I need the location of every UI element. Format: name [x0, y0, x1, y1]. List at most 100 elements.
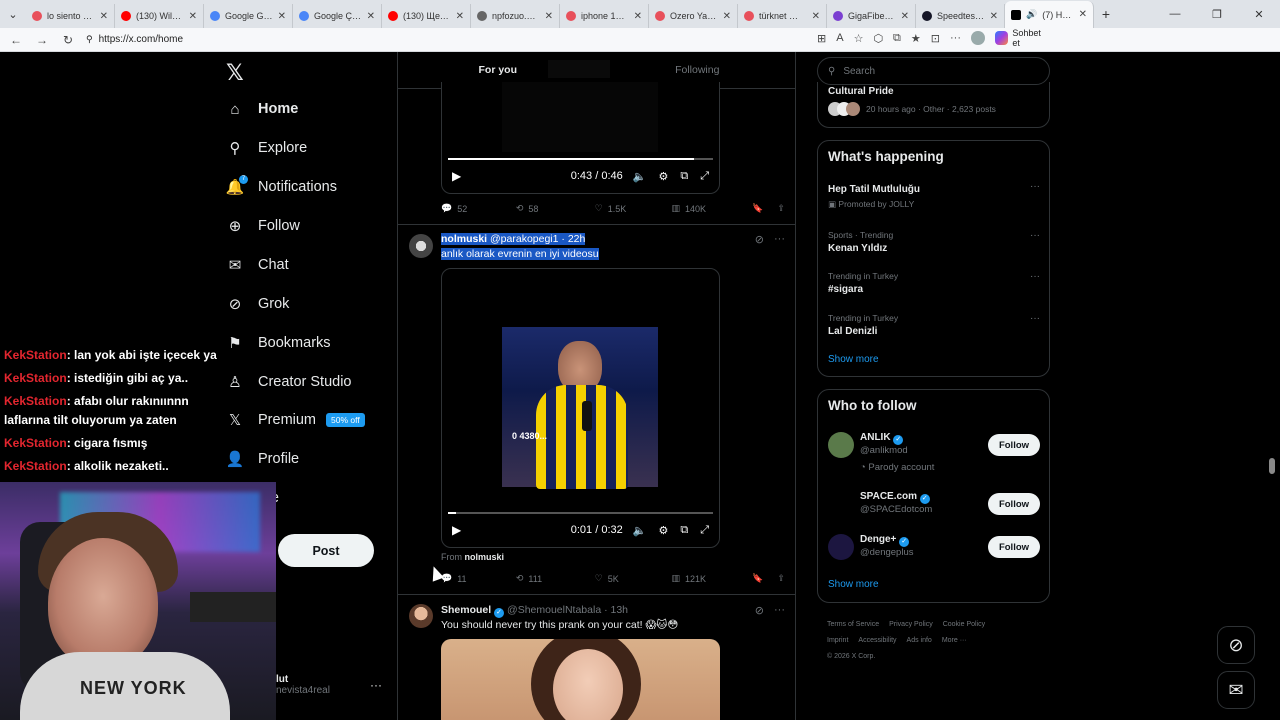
- suggestion-avatar[interactable]: [828, 432, 854, 458]
- close-tab-icon[interactable]: ✕: [100, 11, 108, 22]
- trend-item[interactable]: Trending in Turkey #sigara ···: [828, 271, 1040, 295]
- bookmark-icon[interactable]: 🔖: [752, 203, 763, 214]
- from-author[interactable]: nolmuski: [465, 552, 505, 562]
- post1-video[interactable]: ▶ 0:43 / 0:46 🔈 ⚙ ⧉ ⤢: [441, 82, 720, 194]
- volume-icon[interactable]: 🔈: [633, 524, 647, 537]
- like-button[interactable]: ♡ 1.5K: [595, 203, 672, 214]
- follow-button[interactable]: Follow: [988, 536, 1040, 558]
- close-tab-icon[interactable]: ✕: [634, 11, 642, 22]
- views-button[interactable]: ▥ 140K: [671, 203, 752, 214]
- post3-time[interactable]: · 13h: [604, 604, 628, 616]
- refresh-icon[interactable]: ↻: [60, 33, 76, 47]
- follow-suggestion[interactable]: SPACE.com ✓ @SPACEdotcom Follow: [828, 491, 1040, 527]
- footer-link[interactable]: More ···: [942, 637, 967, 644]
- trend-more-icon[interactable]: ···: [1030, 181, 1040, 192]
- footer-link[interactable]: Ads info: [907, 637, 932, 644]
- close-tab-icon[interactable]: ✕: [545, 11, 553, 22]
- trend-item[interactable]: Trending in Turkey Lal Denizli ···: [828, 313, 1040, 337]
- suggestion-avatar[interactable]: [828, 491, 854, 517]
- post2-avatar[interactable]: [409, 234, 433, 258]
- suggestion-avatar[interactable]: [828, 534, 854, 560]
- follow-suggestion[interactable]: Denge+ ✓ @dengeplus Follow: [828, 534, 1040, 570]
- search-input[interactable]: ⚲ Search: [817, 57, 1050, 85]
- favorites-icon[interactable]: ★: [911, 32, 921, 45]
- nav-item-notifications[interactable]: 🔔 7 Notifications: [226, 175, 337, 196]
- trend-item[interactable]: Hep Tatil Mutluluğu ▣ Promoted by JOLLY ··…: [828, 181, 1040, 210]
- views-button[interactable]: ▥ 121K: [671, 573, 752, 584]
- nav-item-home[interactable]: ⌂ Home: [226, 100, 298, 118]
- fullscreen-icon[interactable]: ⤢: [700, 170, 709, 183]
- settings-icon[interactable]: ⚙: [658, 170, 668, 183]
- post3-video[interactable]: [441, 639, 720, 720]
- reply-button[interactable]: 💬 11: [441, 573, 516, 584]
- close-tab-icon[interactable]: ✕: [1079, 9, 1087, 20]
- post2-author-handle[interactable]: @parakopegi1: [490, 233, 558, 245]
- browser-tab[interactable]: (130) Щедрый ✕: [382, 4, 471, 28]
- close-tab-icon[interactable]: ✕: [189, 11, 197, 22]
- footer-link[interactable]: Cookie Policy: [943, 621, 985, 628]
- site-info-icon[interactable]: ⚲: [86, 34, 93, 45]
- reply-button[interactable]: 💬 52: [441, 203, 516, 214]
- browser-tab[interactable]: Google Çeviri ✕: [293, 4, 382, 28]
- favorite-star-icon[interactable]: ☆: [854, 32, 864, 45]
- play-icon[interactable]: ▶: [452, 523, 461, 537]
- back-icon[interactable]: ←: [8, 33, 24, 47]
- play-icon[interactable]: ▶: [452, 169, 461, 183]
- account-more-icon[interactable]: ···: [370, 678, 382, 692]
- nav-item-profile[interactable]: 👤 Profile: [226, 450, 299, 468]
- scrollbar-thumb[interactable]: [1269, 458, 1275, 474]
- footer-link[interactable]: Imprint: [827, 637, 848, 644]
- nav-item-explore[interactable]: ⚲ Explore: [226, 139, 308, 157]
- close-window-icon[interactable]: ✕: [1238, 8, 1280, 21]
- forward-icon[interactable]: →: [34, 33, 50, 47]
- split-screen-icon[interactable]: ⧉: [893, 32, 901, 45]
- nav-item-grok[interactable]: ⊘ Grok: [226, 295, 290, 313]
- follow-button[interactable]: Follow: [988, 434, 1040, 456]
- pip-icon[interactable]: ⧉: [680, 170, 688, 183]
- close-tab-icon[interactable]: ✕: [456, 11, 464, 22]
- settings-icon[interactable]: ⚙: [658, 524, 668, 537]
- browser-tab[interactable]: iphone 17 satın ✕: [560, 4, 649, 28]
- trend-more-icon[interactable]: ···: [1030, 271, 1040, 282]
- footer-link[interactable]: Terms of Service: [827, 621, 879, 628]
- page-scrollbar[interactable]: [1268, 52, 1276, 720]
- browser-tab[interactable]: lo siento wilson ✕: [26, 4, 115, 28]
- browser-tab[interactable]: (130) Wilson Lo ✕: [115, 4, 204, 28]
- fullscreen-icon[interactable]: ⤢: [700, 524, 709, 537]
- nav-item-bookmarks[interactable]: ⚑ Bookmarks: [226, 334, 330, 352]
- address-bar[interactable]: ⚲ https://x.com/home: [86, 34, 183, 45]
- post3-avatar[interactable]: [409, 604, 433, 628]
- copilot-button[interactable]: Sohbet et: [994, 28, 1050, 48]
- tab-actions-icon[interactable]: ⌄: [0, 0, 26, 28]
- close-tab-icon[interactable]: ✕: [812, 11, 820, 22]
- community-card[interactable]: Cultural Pride 20 hours ago · Other · 2,…: [817, 82, 1050, 128]
- volume-icon[interactable]: 🔈: [633, 170, 647, 183]
- grok-icon[interactable]: ⊘: [755, 233, 764, 246]
- close-tab-icon[interactable]: ✕: [723, 11, 731, 22]
- suggestion-name[interactable]: ANLIK ✓: [860, 432, 904, 445]
- post2-author-name[interactable]: nolmuski: [441, 233, 487, 245]
- more-options-icon[interactable]: ···: [774, 604, 785, 617]
- messages-fab-icon[interactable]: ✉: [1217, 671, 1255, 709]
- close-tab-icon[interactable]: ✕: [990, 11, 998, 22]
- bookmark-icon[interactable]: 🔖: [752, 573, 763, 584]
- maximize-icon[interactable]: ❐: [1196, 8, 1238, 21]
- new-tab-button[interactable]: +: [1094, 6, 1118, 22]
- nav-item-chat[interactable]: ✉ Chat: [226, 256, 289, 274]
- post2-video[interactable]: 0 4380... ▶ 0:01 / 0:32 🔈 ⚙ ⧉ ⤢: [441, 268, 720, 548]
- more-options-icon[interactable]: ···: [774, 233, 785, 246]
- pip-icon[interactable]: ⧉: [680, 524, 688, 537]
- trends-show-more-link[interactable]: Show more: [828, 354, 879, 365]
- share-icon[interactable]: ⇪: [777, 203, 785, 214]
- collections-icon[interactable]: ⊡: [931, 32, 940, 45]
- repost-button[interactable]: ⟲ 58: [516, 203, 595, 214]
- trend-item[interactable]: Sports · Trending Kenan Yıldız ···: [828, 230, 1040, 254]
- browser-tab[interactable]: npfozuo.png (4 ✕: [471, 4, 560, 28]
- repost-button[interactable]: ⟲ 111: [516, 573, 595, 584]
- minimize-icon[interactable]: —: [1154, 8, 1196, 20]
- tab-active[interactable]: 🔊 (7) Home / ✕: [1005, 1, 1094, 28]
- account-switcher[interactable]: lut nevista4real: [276, 674, 330, 696]
- nav-item-premium[interactable]: 𝕏 Premium 50% off: [226, 411, 365, 429]
- post3-author-handle[interactable]: @ShemouelNtabala: [507, 604, 601, 616]
- nav-item-creator-studio[interactable]: ♙ Creator Studio: [226, 373, 351, 391]
